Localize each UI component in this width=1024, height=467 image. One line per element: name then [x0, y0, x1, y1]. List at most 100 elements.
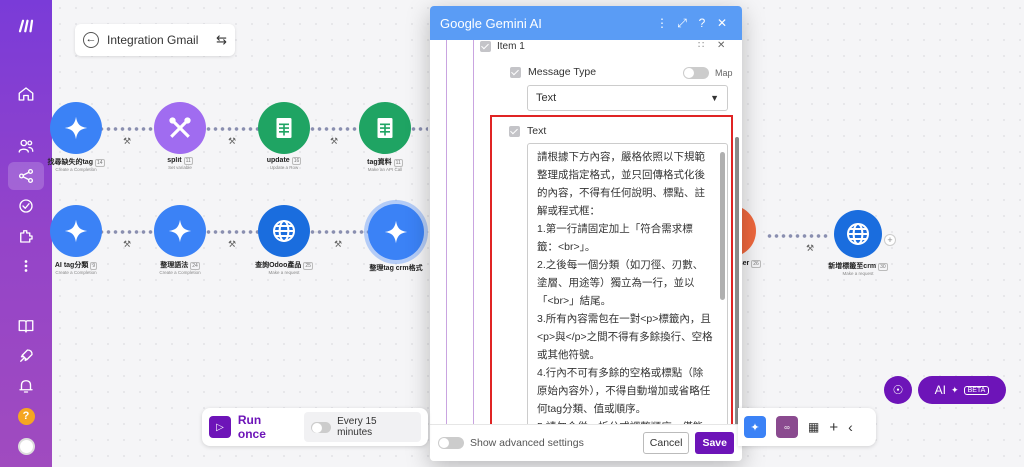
- help-icon[interactable]: ?: [692, 16, 712, 30]
- wrench-icon[interactable]: ⚒: [228, 136, 236, 147]
- tools-module-icon[interactable]: [154, 102, 206, 154]
- message-type-label: Message Type: [528, 66, 597, 78]
- message-type-select[interactable]: Text ▼: [527, 85, 728, 111]
- gemini-module-icon[interactable]: [50, 205, 102, 257]
- gemini-module-icon[interactable]: [50, 102, 102, 154]
- dialog-header: Google Gemini AI ⋮ ⤢ ? ✕: [430, 6, 742, 40]
- message-type-value: Text: [536, 92, 557, 104]
- flow-control-icon[interactable]: ∞: [776, 416, 798, 438]
- sheets-module-icon[interactable]: [359, 102, 411, 154]
- bell-icon[interactable]: [8, 372, 44, 400]
- collapse-icon[interactable]: ‹: [848, 419, 853, 435]
- schedule-toggle[interactable]: [311, 421, 332, 433]
- map-toggle[interactable]: [683, 67, 709, 79]
- module-label: 找尋缺失的tag: [47, 159, 93, 166]
- module-node[interactable]: update 16 Update a Row: [244, 102, 324, 170]
- dialog-title: Google Gemini AI: [440, 15, 542, 31]
- advanced-settings-toggle[interactable]: [438, 437, 464, 449]
- map-label: Map: [715, 68, 733, 78]
- item-label: Item 1: [497, 40, 525, 52]
- wrench-icon[interactable]: ⚒: [330, 136, 338, 147]
- message-type-checkbox[interactable]: [510, 66, 521, 78]
- remove-item-icon[interactable]: ✕: [717, 40, 725, 51]
- chevron-down-icon: ▼: [710, 93, 719, 103]
- module-action: Make a request: [268, 270, 300, 275]
- help-icon[interactable]: ?: [8, 402, 44, 430]
- run-once-label: Run once: [237, 413, 266, 441]
- wrench-icon[interactable]: ⚒: [806, 243, 814, 254]
- module-label: 新增標籤至crm: [828, 263, 877, 270]
- module-node[interactable]: 查詢Odoo產品 25 Make a request: [244, 205, 324, 275]
- tree-line: [446, 40, 447, 424]
- module-label: 整理tag crm格式: [369, 265, 423, 272]
- schedule-label: Every 15 minutes: [337, 416, 377, 438]
- module-label: split: [167, 157, 182, 164]
- grid-icon[interactable]: ▦: [808, 420, 819, 434]
- module-node[interactable]: 整理語法 24 Create a Completion: [140, 205, 220, 275]
- drag-handle-icon[interactable]: ∷: [698, 40, 704, 51]
- more-options-icon[interactable]: ⋮: [652, 16, 672, 30]
- module-label: AI tag分類: [54, 262, 89, 269]
- module-label: 整理語法: [160, 262, 189, 269]
- cancel-button[interactable]: Cancel: [642, 432, 690, 454]
- add-module-handle[interactable]: +: [884, 234, 896, 246]
- outer-scrollbar[interactable]: [735, 137, 739, 424]
- avatar[interactable]: [8, 432, 44, 460]
- docs-icon[interactable]: [8, 312, 44, 340]
- idea-bulb-button[interactable]: ☉: [884, 376, 912, 404]
- make-logo[interactable]: [8, 12, 44, 40]
- gemini-module-icon[interactable]: [154, 205, 206, 257]
- scrollbar[interactable]: [720, 152, 725, 300]
- text-value: 請根據下方內容，嚴格依照以下規範整理成指定格式，並只回傳格式化後的內容，不得有任…: [537, 151, 713, 424]
- text-label: Text: [527, 125, 547, 137]
- wrench-icon[interactable]: ⚒: [123, 136, 131, 147]
- module-id-badge: 14: [94, 159, 105, 167]
- module-id-badge: 16: [291, 157, 302, 165]
- item-checkbox[interactable]: [480, 40, 491, 52]
- module-action: Create a Completion: [55, 270, 97, 275]
- ai-label: AI: [934, 383, 947, 397]
- gemini-module-icon[interactable]: [368, 204, 424, 260]
- module-id-badge: 11: [183, 157, 193, 165]
- module-settings-dialog: Google Gemini AI ⋮ ⤢ ? ✕ Item 1 ∷ ✕ Mess…: [430, 6, 742, 461]
- wrench-icon[interactable]: ⚒: [334, 239, 342, 250]
- http-globe-icon[interactable]: [834, 210, 882, 258]
- add-icon[interactable]: +: [829, 419, 838, 436]
- http-globe-icon[interactable]: [258, 205, 310, 257]
- wrench-icon[interactable]: ⚒: [228, 239, 236, 250]
- module-action: Make an API Call: [367, 167, 403, 172]
- run-once-button[interactable]: ▷ Run once: [209, 413, 292, 441]
- scenario-title[interactable]: Integration Gmail: [107, 33, 208, 47]
- module-id-badge: 26: [751, 260, 761, 268]
- scenario-title-bar: ← Integration Gmail ⇆: [75, 24, 235, 56]
- text-checkbox[interactable]: [509, 125, 520, 137]
- module-action: Create a Completion: [55, 167, 97, 172]
- module-id-badge: 30: [878, 263, 888, 271]
- wrench-icon[interactable]: ⚒: [123, 239, 131, 250]
- ai-assist-icon[interactable]: ✦: [744, 416, 766, 438]
- schedule-control[interactable]: Every 15 minutes: [304, 412, 421, 442]
- dialog-footer: Show advanced settings Cancel Save: [430, 424, 742, 461]
- module-node[interactable]: tag資料 11 Make an API Call: [345, 102, 425, 172]
- advanced-settings-label: Show advanced settings: [470, 437, 584, 449]
- close-icon[interactable]: ✕: [712, 16, 732, 30]
- expand-icon[interactable]: ⤢: [672, 16, 692, 31]
- module-node[interactable]: 找尋缺失的tag 14 Create a Completion: [36, 102, 116, 172]
- module-label: 查詢Odoo產品: [255, 262, 302, 269]
- module-node[interactable]: AI tag分類 9 Create a Completion: [36, 205, 116, 275]
- module-node-selected[interactable]: 整理tag crm格式: [356, 204, 436, 273]
- text-textarea[interactable]: 請根據下方內容，嚴格依照以下規範整理成指定格式，並只回傳格式化後的內容，不得有任…: [527, 143, 728, 424]
- ai-beta-button[interactable]: AI ✦ BETA: [918, 376, 1006, 404]
- module-action: Update a Row: [269, 165, 299, 170]
- module-node[interactable]: split 11 Set variable: [140, 102, 220, 170]
- back-icon[interactable]: ←: [83, 32, 99, 48]
- settings-sliders-icon[interactable]: ⇆: [216, 32, 227, 48]
- sheets-module-icon[interactable]: [258, 102, 310, 154]
- rocket-icon[interactable]: [8, 342, 44, 370]
- beta-badge: BETA: [963, 385, 990, 395]
- dialog-body[interactable]: Item 1 ∷ ✕ Message Type Map Text ▼ Text …: [430, 40, 742, 424]
- play-icon: ▷: [209, 416, 231, 438]
- module-action: Create a Completion: [159, 270, 201, 275]
- save-button[interactable]: Save: [695, 432, 734, 454]
- module-id-badge: 11: [393, 159, 403, 167]
